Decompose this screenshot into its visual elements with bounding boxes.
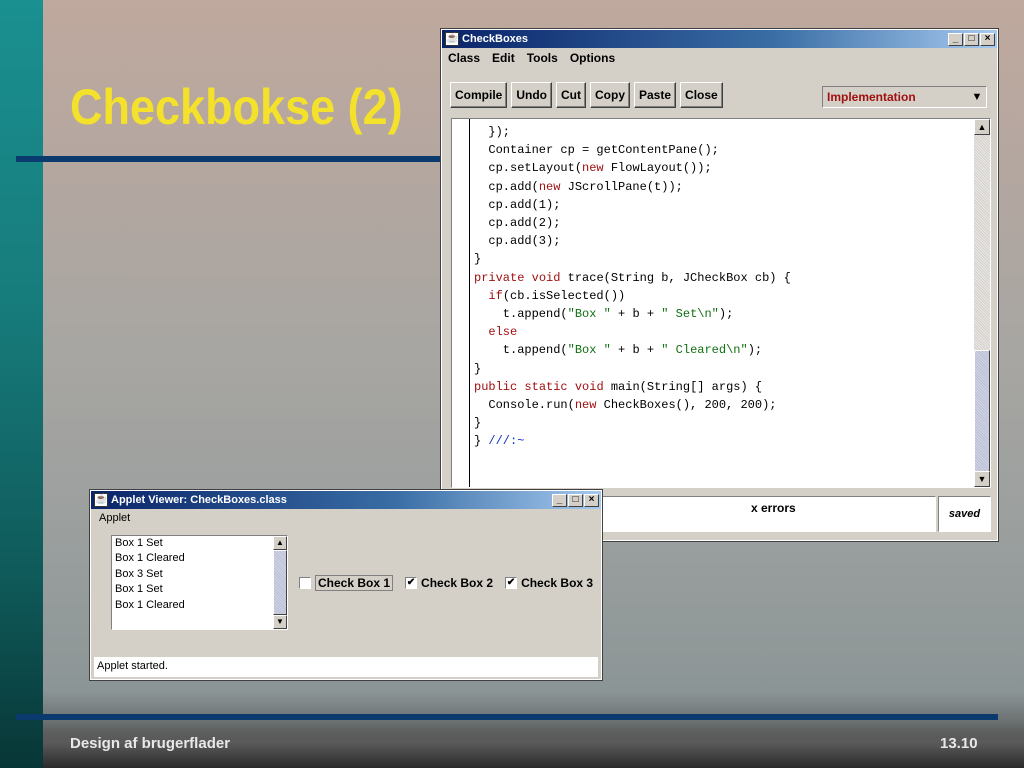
code-line: }); — [474, 125, 511, 139]
code-line: cp.add(new JScrollPane(t)); — [474, 179, 683, 194]
compile-button[interactable]: Compile — [450, 82, 508, 108]
applet-title: Applet Viewer: CheckBoxes.class — [111, 494, 287, 506]
menu-class[interactable]: Class — [442, 51, 486, 65]
applet-status-bar: Applet started. — [94, 657, 598, 677]
cut-button[interactable]: Cut — [556, 82, 586, 108]
code-line: Container cp = getContentPane(); — [474, 143, 719, 158]
scroll-thumb[interactable] — [974, 350, 990, 473]
list-item: Box 1 Set — [115, 583, 163, 596]
copy-button[interactable]: Copy — [590, 82, 630, 108]
applet-window: ☕ Applet Viewer: CheckBoxes.class _ □ × … — [89, 489, 603, 681]
maximize-button[interactable]: □ — [964, 32, 979, 46]
checkbox-group: Check Box 1 ✔ Check Box 2 ✔ Check Box 3 — [299, 575, 593, 591]
applet-close-button[interactable]: × — [584, 493, 599, 507]
list-item: Box 3 Set — [115, 567, 163, 580]
editor-toolbar: Compile Undo Cut Copy Paste Close — [450, 82, 723, 108]
list-item: Box 1 Set — [115, 537, 163, 549]
code-line: cp.add(3); — [474, 234, 561, 249]
checkbox-1-label[interactable]: Check Box 1 — [315, 575, 394, 591]
applet-minimize-button[interactable]: _ — [552, 493, 567, 507]
scroll-down-icon[interactable]: ▼ — [273, 615, 287, 629]
code-line: cp.add(2); — [474, 216, 561, 231]
applet-menubar: Applet — [91, 509, 601, 527]
compile-status-text: x errors — [751, 501, 796, 515]
footer-course: Design af brugerflader — [70, 735, 231, 752]
close-button[interactable]: × — [980, 32, 995, 46]
code-line: Console.run(new CheckBoxes(), 200, 200); — [474, 398, 777, 413]
paste-button[interactable]: Paste — [634, 82, 677, 108]
scroll-down-icon[interactable]: ▼ — [974, 471, 990, 487]
code-line: private void trace(String b, JCheckBox c… — [474, 270, 791, 285]
code-line: } — [474, 252, 482, 267]
code-line: } — [474, 416, 482, 431]
editor-titlebar[interactable]: ☕ CheckBoxes _ □ × — [442, 30, 997, 48]
scroll-thumb[interactable] — [273, 550, 287, 615]
code-line: t.append("Box " + b + " Set\n"); — [474, 307, 734, 322]
checkbox-2-label[interactable]: Check Box 2 — [421, 576, 493, 590]
editor-window: ☕ CheckBoxes _ □ × Class Edit Tools Opti… — [440, 28, 999, 542]
view-select-value: Implementation — [827, 90, 916, 104]
checkbox-3-box[interactable]: ✔ — [505, 577, 518, 589]
checkbox-2-box[interactable]: ✔ — [405, 577, 418, 589]
java-app-icon: ☕ — [445, 32, 459, 46]
checkbox-1[interactable]: Check Box 1 — [299, 575, 394, 591]
title-rule — [16, 156, 446, 162]
scroll-track[interactable] — [974, 135, 990, 473]
close-editor-button[interactable]: Close — [680, 82, 723, 108]
applet-titlebar[interactable]: ☕ Applet Viewer: CheckBoxes.class _ □ × — [91, 491, 601, 509]
code-line: } — [474, 361, 482, 376]
scroll-up-icon[interactable]: ▲ — [974, 119, 990, 135]
applet-icon: ☕ — [94, 493, 108, 507]
scroll-up-icon[interactable]: ▲ — [273, 536, 287, 550]
checkbox-3[interactable]: ✔ Check Box 3 — [505, 575, 593, 591]
minimize-button[interactable]: _ — [948, 32, 963, 46]
checkbox-1-box[interactable] — [299, 577, 311, 589]
saved-indicator: saved — [938, 496, 991, 532]
editor-gutter-line — [469, 119, 470, 487]
list-item: Box 1 Cleared — [115, 552, 185, 565]
menu-options[interactable]: Options — [564, 51, 621, 65]
code-editor[interactable]: }); Container cp = getContentPane(); cp.… — [451, 118, 991, 488]
code-line: public static void main(String[] args) { — [474, 379, 763, 394]
footer-rule — [16, 714, 998, 720]
code-line: t.append("Box " + b + " Cleared\n"); — [474, 343, 763, 358]
code-line: } ///:~ — [474, 434, 525, 449]
code-text[interactable]: }); Container cp = getContentPane(); cp.… — [474, 123, 791, 451]
code-line: cp.add(1); — [474, 197, 561, 212]
trace-scrollbar[interactable]: ▲ ▼ — [273, 536, 287, 629]
trace-textarea[interactable]: Box 1 Set Box 1 Cleared Box 3 Set Box 1 … — [111, 535, 288, 630]
footer-page-number: 13.10 — [940, 735, 978, 752]
code-line: cp.setLayout(new FlowLayout()); — [474, 161, 712, 176]
compile-status: x errors — [592, 496, 936, 532]
chevron-down-icon[interactable]: ▼ — [968, 91, 986, 103]
code-line: if(cb.isSelected()) — [488, 288, 626, 303]
menu-applet[interactable]: Applet — [99, 512, 130, 524]
menu-edit[interactable]: Edit — [486, 51, 521, 65]
editor-scrollbar[interactable]: ▲ ▼ — [974, 119, 990, 487]
list-item: Box 1 Cleared — [115, 598, 185, 611]
left-band — [0, 0, 43, 768]
applet-maximize-button[interactable]: □ — [568, 493, 583, 507]
editor-menubar: Class Edit Tools Options — [442, 48, 997, 68]
code-line: else — [488, 325, 518, 340]
undo-button[interactable]: Undo — [511, 82, 552, 108]
checkbox-2[interactable]: ✔ Check Box 2 — [405, 575, 493, 591]
slide-title: Checkbokse (2) — [70, 79, 403, 135]
editor-title: CheckBoxes — [462, 33, 529, 45]
view-select[interactable]: Implementation ▼ — [822, 86, 987, 108]
checkbox-3-label[interactable]: Check Box 3 — [521, 576, 593, 590]
menu-tools[interactable]: Tools — [521, 51, 564, 65]
